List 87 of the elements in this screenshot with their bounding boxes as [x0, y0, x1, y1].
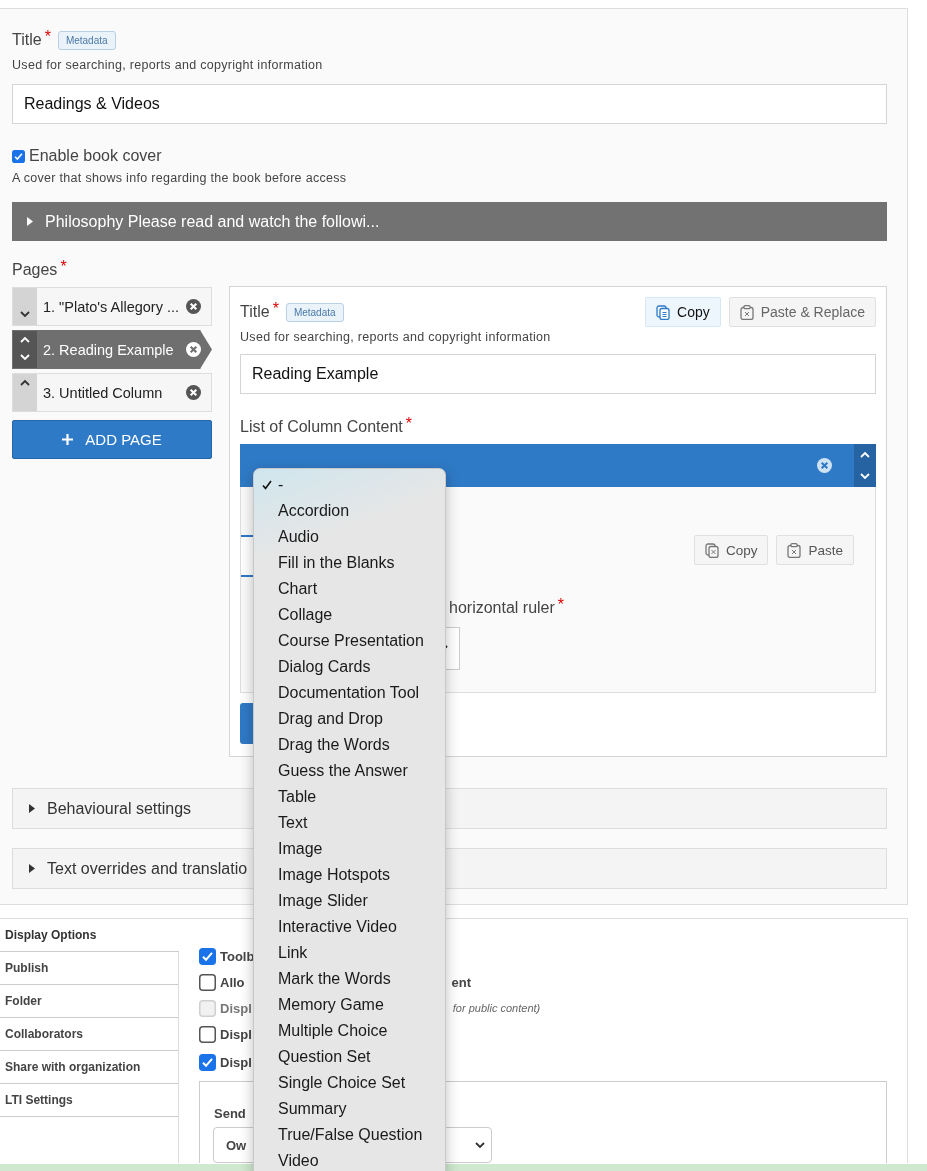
field-label: Title	[12, 31, 42, 49]
caret-icon	[27, 217, 33, 226]
title-input[interactable]: Reading Example	[240, 354, 876, 394]
chevron-up-icon[interactable]	[20, 379, 30, 386]
menu-option[interactable]: Image Hotspots	[254, 862, 453, 888]
page-title[interactable]: 1. "Plato's Allegory ...	[43, 298, 180, 315]
menu-option[interactable]: Mark the Words	[254, 966, 453, 992]
chevron-down-icon[interactable]	[475, 1141, 485, 1149]
copy-icon	[656, 304, 670, 320]
checkbox-label[interactable]: Displ	[220, 1054, 252, 1070]
menu-option[interactable]: Link	[254, 940, 453, 966]
close-icon[interactable]	[186, 385, 201, 400]
title-input[interactable]: Readings & Videos	[12, 84, 887, 124]
menu-option[interactable]: Audio	[254, 524, 453, 550]
required-mark: *	[44, 31, 51, 43]
action-button[interactable]	[240, 703, 254, 744]
caret-icon	[29, 804, 35, 813]
close-icon[interactable]	[817, 458, 832, 473]
checkmark-icon	[262, 480, 272, 490]
section-header[interactable]: Philosophy Please read and watch the followi...	[12, 202, 887, 241]
menu-option[interactable]: Guess the Answer	[254, 758, 453, 784]
copy-button[interactable]: Copy	[693, 535, 769, 565]
menu-option[interactable]: Accordion	[254, 498, 453, 524]
menu-option[interactable]: Memory Game	[254, 992, 453, 1018]
checkbox-label[interactable]: Displ	[220, 1026, 252, 1042]
field-description: Used for searching, reports and copyright information	[240, 330, 552, 344]
field-label: Send	[214, 1106, 246, 1121]
menu-option[interactable]: True/False Question	[254, 1122, 453, 1148]
copy-icon	[704, 542, 719, 558]
copy-button[interactable]: Copy	[645, 297, 721, 327]
section-title[interactable]: Text overrides and translatio	[47, 859, 248, 878]
caret-icon	[29, 864, 35, 873]
plus-icon	[62, 434, 74, 445]
menu-option[interactable]: Course Presentation	[254, 628, 453, 654]
paste-replace-button[interactable]: Paste & Replace	[728, 297, 876, 327]
required-mark: *	[405, 418, 412, 430]
checkbox-label[interactable]: ent	[451, 975, 472, 991]
checkbox[interactable]	[199, 974, 216, 992]
menu-option[interactable]: Video	[254, 1148, 453, 1171]
page-title[interactable]: 3. Untitled Column	[43, 384, 163, 401]
menu-option[interactable]: Chart	[254, 576, 453, 602]
field-label: horizontal ruler	[449, 599, 555, 617]
field-description: A cover that shows info regarding the book before access	[12, 171, 348, 185]
menu-option[interactable]: Documentation Tool	[254, 680, 453, 706]
section-title[interactable]: Philosophy Please read and watch the followi...	[45, 212, 380, 231]
menu-option[interactable]: Multiple Choice	[254, 1018, 453, 1044]
menu-option[interactable]: Drag and Drop	[254, 706, 453, 732]
field-label: Title	[240, 302, 270, 321]
checkbox-label[interactable]: Allo	[220, 975, 245, 991]
field-label: List of Column Content	[240, 418, 403, 436]
menu-option[interactable]: -	[254, 472, 453, 498]
checkbox[interactable]	[199, 1025, 216, 1043]
page-title[interactable]: 2. Reading Example	[43, 341, 174, 358]
close-icon[interactable]	[186, 342, 201, 357]
menu-option[interactable]: Drag the Words	[254, 732, 453, 758]
clipboard-icon	[787, 542, 802, 558]
content-type-menu[interactable]	[253, 468, 446, 1171]
metadata-tag[interactable]: Metadata	[57, 31, 116, 50]
field-label: Pages	[12, 261, 58, 279]
checkbox[interactable]	[12, 149, 25, 163]
checkbox-label[interactable]: Enable book cover	[29, 147, 162, 165]
menu-option[interactable]: Single Choice Set	[254, 1070, 453, 1096]
option-note: for public content)	[452, 1002, 541, 1015]
settings-tab[interactable]: Display Options	[0, 919, 179, 952]
checkbox[interactable]	[199, 1053, 216, 1071]
menu-option[interactable]: Summary	[254, 1096, 453, 1122]
page-tab[interactable]: 3. Untitled Column	[12, 373, 212, 412]
page-tab[interactable]: 1. "Plato's Allegory ...	[12, 287, 212, 326]
paste-button[interactable]: Paste	[776, 535, 854, 565]
menu-option[interactable]: Image Slider	[254, 888, 453, 914]
checkbox-label[interactable]: Toolb	[220, 949, 255, 965]
clipboard-icon	[739, 304, 754, 320]
checkbox[interactable]	[199, 948, 216, 966]
metadata-tag[interactable]: Metadata	[285, 302, 344, 322]
chevron-down-icon[interactable]	[20, 311, 30, 318]
required-mark: *	[557, 599, 565, 611]
menu-option[interactable]: Question Set	[254, 1044, 453, 1070]
menu-option[interactable]: Dialog Cards	[254, 654, 453, 680]
required-mark: *	[60, 261, 67, 273]
field-description: Used for searching, reports and copyright information	[12, 58, 324, 72]
select-value: Ow	[226, 1137, 247, 1153]
section-title[interactable]: Behavioural settings	[47, 799, 192, 818]
menu-option[interactable]: Interactive Video	[254, 914, 453, 940]
required-mark: *	[272, 302, 279, 315]
close-icon[interactable]	[186, 299, 201, 314]
menu-option[interactable]: Fill in the Blanks	[254, 550, 453, 576]
add-page-button[interactable]: ADD PAGE	[12, 420, 212, 459]
